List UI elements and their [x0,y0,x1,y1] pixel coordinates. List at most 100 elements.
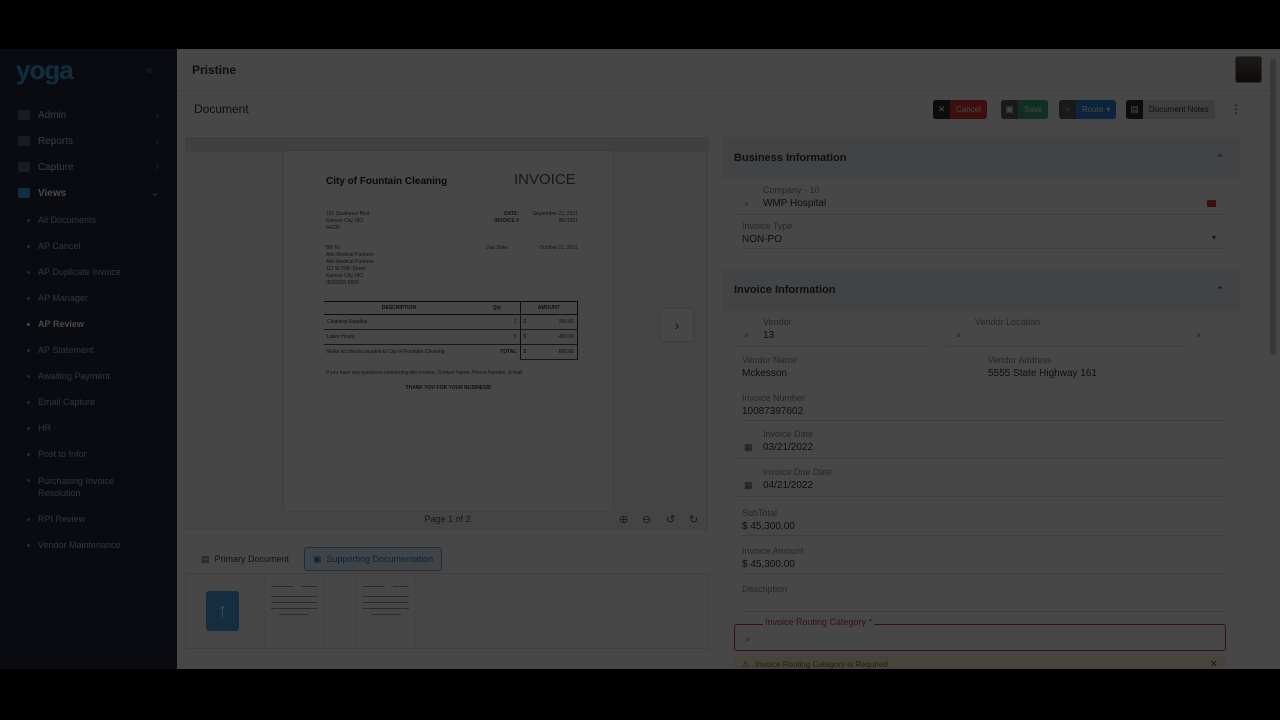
invoice-company: City of Fountain Cleaning [326,176,448,187]
rotate-left-icon[interactable]: ↺ [666,513,675,526]
sidebar-subitem-label: AP Statement [38,345,94,355]
page-title: Document [194,102,249,116]
app-logo: yoga [16,55,74,85]
invoice-questions-note: If you have any questions concerning thi… [326,370,523,376]
save-button[interactable]: ▣ Save [1001,100,1049,119]
calendar-icon[interactable]: ▦ [744,442,753,453]
page-indicator: Page 1 of 2 [424,514,471,524]
sidebar-subitem-label: AP Cancel [38,241,81,251]
admin-icon [18,110,30,120]
chevron-right-icon: › [674,317,680,333]
chevron-down-icon: ⌄ [150,187,159,199]
sidebar-subitem-all-documents[interactable]: All Documents [0,215,177,225]
invoice-due-date-field[interactable]: Invoice Due Date ▦ 04/21/2022 [734,467,1226,497]
sidebar-subitem-awaiting-payment[interactable]: Awaiting Payment [0,371,177,381]
vendor-location-field[interactable]: Vendor Location ⌕ [946,317,1186,347]
invoice-number-field[interactable]: Invoice Number 10087397602 [742,393,1226,421]
document-icon: ▤ [201,553,210,564]
collapse-sidebar-icon[interactable]: « [146,63,153,77]
field-label: Invoice Routing Category * [763,617,875,627]
subtotal-field[interactable]: SubTotal $ 45,300.00 [742,508,1226,536]
zoom-out-icon[interactable]: ⊖ [642,513,651,526]
company-field[interactable]: Company - 10 ⌕ WMP Hospital [734,185,1226,215]
invoice-amount-field[interactable]: Invoice Amount $ 45,300.00 [742,546,1226,574]
search-icon: ⌕ [744,198,750,208]
rotate-right-icon[interactable]: ↻ [689,513,698,526]
vendor-address-field: Vendor Address 5555 State Highway 161 [988,355,1218,383]
zoom-in-icon[interactable]: ⊕ [619,513,628,526]
avatar[interactable] [1235,56,1262,83]
field-label: Invoice Type [742,221,793,231]
column-header: Qty [474,301,520,315]
sidebar-subitem-purchasing-invoice-resolution[interactable]: Purchasing Invoice Resolution [0,475,150,499]
sidebar-subitem-post-to-infor[interactable]: Post to Infor [0,449,177,459]
search-icon: ⌕ [956,330,962,340]
description-field[interactable]: Description [742,584,1226,612]
sidebar-item-label: Views [38,187,67,199]
sidebar-subitem-label: AP Duplicate Invoice [38,267,121,277]
sidebar-subitem-label: Purchasing Invoice Resolution [38,476,115,498]
app-title: Pristine [192,63,237,77]
invoice-thanks: THANK YOU FOR YOUR BUSINESS! [405,385,492,391]
invoice-address: 101 Southeast Blvd Kansas City, MO 64106 [326,211,370,231]
save-label: Save [1024,105,1043,114]
clear-icon[interactable] [1207,200,1216,207]
field-value: $ 45,300.00 [742,521,795,532]
calendar-icon[interactable]: ▦ [744,480,753,491]
sidebar-subitem-ap-review[interactable]: AP Review [0,319,177,329]
field-label: Invoice Amount [742,546,804,556]
sidebar-subitem-ap-duplicate-invoice[interactable]: AP Duplicate Invoice [0,267,177,277]
invoice-heading: INVOICE [514,171,576,188]
page-thumbnail[interactable] [264,576,324,648]
document-notes-button[interactable]: ▤ Document Notes [1126,100,1215,119]
sidebar-subitem-ap-cancel[interactable]: AP Cancel [0,241,177,251]
sidebar-item-reports[interactable]: Reports › [0,129,177,153]
sidebar-subitem-ap-manager[interactable]: AP Manager [0,293,177,303]
invoice-type-select[interactable]: Invoice Type NON-PO ▾ [742,221,1226,249]
field-label: SubTotal [742,508,778,518]
chevron-right-icon[interactable]: › [1197,330,1200,341]
close-icon[interactable]: ✕ [1210,659,1218,670]
invoice-date-field[interactable]: Invoice Date ▦ 03/21/2022 [734,429,1226,459]
tab-primary-document[interactable]: ▤ Primary Document [193,547,297,571]
sidebar-item-views[interactable]: Views ⌄ [0,181,177,205]
business-information-header[interactable]: Business Information ⌃ [722,137,1240,179]
column-header: AMOUNT [519,301,578,315]
route-button[interactable]: ⑂ Route ▾ [1059,100,1117,119]
field-value: NON-PO [742,234,782,245]
search-icon: ⌕ [745,634,751,644]
sidebar-subitem-hr[interactable]: HR [0,423,177,433]
chevron-right-icon: › [155,135,159,147]
sidebar-subitem-label: Vendor Maintenance [38,540,121,550]
document-details-panel: Business Information ⌃ Company - 10 ⌕ WM… [722,137,1240,669]
invoice-line-items: DESCRIPTION Qty AMOUNT Cleaning Supplies… [324,301,578,360]
vendor-field[interactable]: Vendor ⌕ 13 [734,317,931,347]
sidebar-subitem-email-capture[interactable]: Email Capture [0,397,177,407]
scrollbar[interactable] [1270,59,1276,355]
sidebar-subitem-ap-statement[interactable]: AP Statement [0,345,177,355]
upload-icon[interactable]: ↑ [206,591,239,631]
sidebar-item-capture[interactable]: Capture › [0,155,177,179]
field-label: Description [742,584,788,594]
page-thumbnail[interactable] [356,576,416,648]
field-value: 10087397602 [742,406,804,417]
caret-down-icon: ▾ [1106,105,1111,114]
more-options-icon[interactable]: ⋮ [1230,102,1242,116]
documentation-icon: ▣ [313,553,322,564]
invoice-meta-labels: DATE: INVOICE # [494,211,519,224]
reports-icon [18,136,30,146]
next-page-button[interactable]: › [660,308,694,342]
invoice-due-date: October 21, 2021 [539,245,578,251]
sidebar-subitem-label: Awaiting Payment [38,371,110,381]
app-window: yoga « Admin › Reports › Capture › Views… [0,49,1280,669]
sidebar-subitem-rpi-review[interactable]: RPI Review [0,514,177,524]
tab-supporting-documentation[interactable]: ▣ Supporting Documentation [304,547,443,571]
cancel-button[interactable]: ✕ Cancel [933,100,987,119]
invoice-routing-category-field[interactable]: Invoice Routing Category * ⌕ [734,617,1226,651]
sidebar-item-admin[interactable]: Admin › [0,103,177,127]
sidebar-subitem-vendor-maintenance[interactable]: Vendor Maintenance [0,540,177,550]
field-label: Vendor [763,317,792,327]
sidebar-item-label: Reports [38,135,74,147]
invoice-information-header[interactable]: Invoice Information ⌃ [722,269,1240,311]
route-label: Route [1082,105,1104,114]
